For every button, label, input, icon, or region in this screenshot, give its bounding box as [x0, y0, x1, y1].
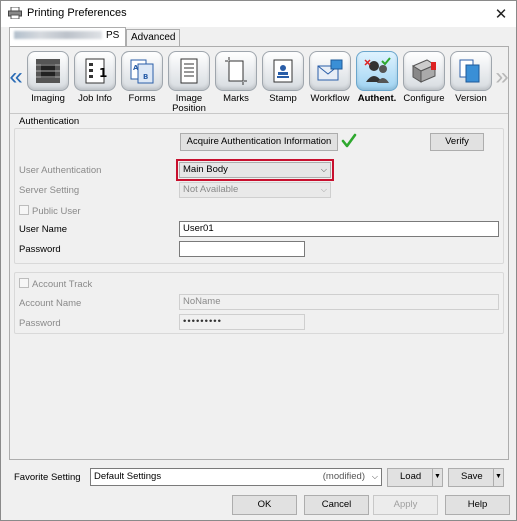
save-button[interactable]: Save ▼	[448, 468, 504, 487]
account-password-label: Password	[19, 318, 61, 329]
toolbar-workflow[interactable]: Workflow	[307, 51, 353, 104]
account-track-checkbox[interactable]: Account Track	[19, 278, 92, 290]
toolbar-configure[interactable]: Configure	[401, 51, 447, 104]
tab-ps[interactable]: PS	[9, 27, 126, 46]
stamp-icon	[262, 51, 304, 91]
window-title: Printing Preferences	[27, 7, 127, 19]
toolbar-job-info[interactable]: 1 Job Info	[72, 51, 118, 104]
server-setting-label: Server Setting	[19, 185, 80, 196]
load-button[interactable]: Load ▼	[387, 468, 443, 487]
toolbar-separator	[10, 113, 508, 114]
job-info-icon: 1	[74, 51, 116, 91]
checkmark-icon	[341, 133, 357, 148]
workflow-icon	[309, 51, 351, 91]
server-setting-select[interactable]: Not Available ⌵	[179, 182, 331, 198]
svg-text:A: A	[133, 64, 139, 72]
favorite-setting-label: Favorite Setting	[14, 472, 81, 483]
verify-button[interactable]: Verify	[430, 133, 484, 151]
save-dropdown-icon[interactable]: ▼	[493, 469, 503, 486]
toolbar-stamp[interactable]: Stamp	[260, 51, 306, 104]
chevron-down-icon: ⌵	[371, 472, 378, 481]
close-icon: ✕	[494, 6, 508, 23]
password-label: Password	[19, 244, 61, 255]
toolbar-imaging[interactable]: Imaging	[25, 51, 71, 104]
svg-text:1: 1	[99, 66, 107, 80]
function-toolbar: Imaging 1 Job Info AB Forms Image Positio…	[25, 51, 494, 114]
scroll-right-icon[interactable]: »	[495, 63, 509, 91]
user-authentication-select[interactable]: Main Body ⌵	[179, 162, 331, 178]
account-password-input[interactable]: •••••••••	[179, 314, 305, 330]
title-bar: Printing Preferences ✕	[1, 1, 516, 27]
ok-button[interactable]: OK	[232, 495, 297, 515]
close-button[interactable]: ✕	[490, 4, 512, 24]
user-authentication-label: User Authentication	[19, 165, 102, 176]
imaging-icon	[27, 51, 69, 91]
version-icon	[450, 51, 492, 91]
authentication-heading: Authentication	[19, 116, 80, 127]
checkbox-box	[19, 278, 29, 288]
public-user-checkbox[interactable]: Public User	[19, 205, 81, 217]
apply-button[interactable]: Apply	[373, 495, 438, 515]
svg-text:B: B	[143, 73, 148, 81]
user-name-label: User Name	[19, 224, 68, 235]
printing-preferences-window: Printing Preferences ✕ PS Advanced « » I…	[0, 0, 517, 521]
scroll-left-icon[interactable]: «	[9, 63, 23, 91]
user-name-input[interactable]: User01	[179, 221, 499, 237]
configure-icon	[403, 51, 445, 91]
authentication-icon	[356, 51, 398, 91]
checkbox-box	[19, 205, 29, 215]
toolbar-forms[interactable]: AB Forms	[119, 51, 165, 104]
account-name-label: Account Name	[19, 298, 82, 309]
blurred-printer-name	[14, 31, 102, 40]
chevron-down-icon: ⌵	[320, 165, 327, 174]
favorite-setting-select[interactable]: Default Settings (modified) ⌵	[90, 468, 382, 486]
help-button[interactable]: Help	[445, 495, 510, 515]
image-position-icon	[168, 51, 210, 91]
toolbar-authentication[interactable]: Authent.	[354, 51, 400, 104]
acquire-authentication-button[interactable]: Acquire Authentication Information	[180, 133, 338, 151]
password-input[interactable]	[179, 241, 305, 257]
marks-icon	[215, 51, 257, 91]
printer-icon	[8, 7, 22, 19]
toolbar-image-position[interactable]: Image Position	[166, 51, 212, 114]
cancel-button[interactable]: Cancel	[304, 495, 369, 515]
toolbar-version[interactable]: Version	[448, 51, 494, 104]
forms-icon: AB	[121, 51, 163, 91]
account-name-input[interactable]: NoName	[179, 294, 499, 310]
toolbar-marks[interactable]: Marks	[213, 51, 259, 104]
tab-advanced[interactable]: Advanced	[126, 29, 180, 46]
chevron-down-icon: ⌵	[320, 185, 327, 194]
load-dropdown-icon[interactable]: ▼	[432, 469, 442, 486]
